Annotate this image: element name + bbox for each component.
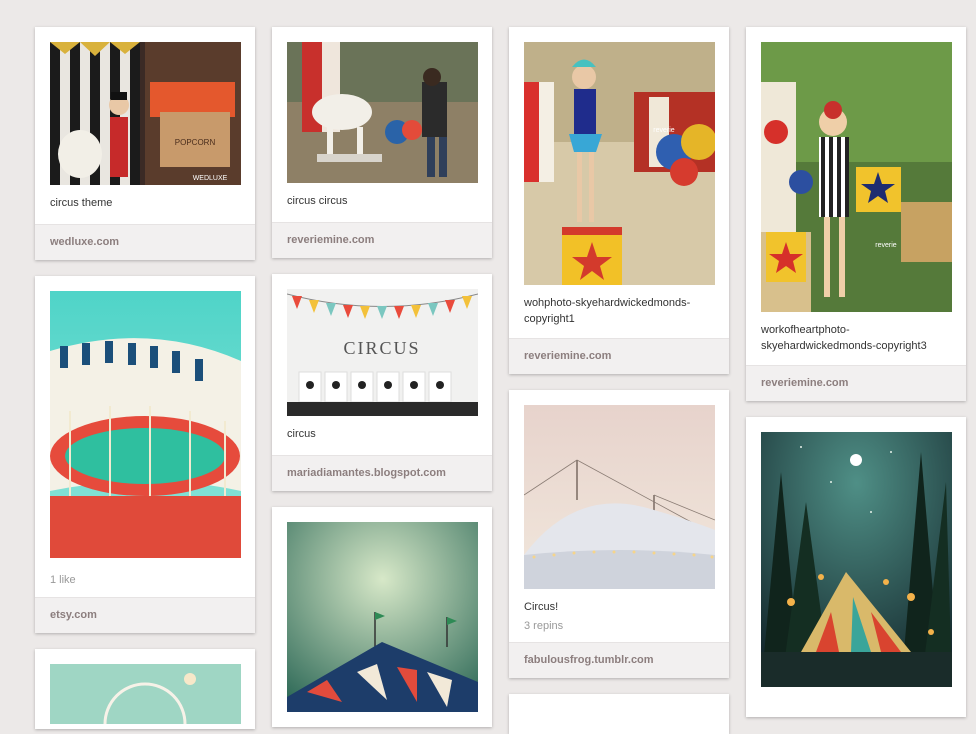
image-watermark: reverie	[653, 127, 675, 134]
pin-image[interactable]	[50, 291, 241, 558]
pin-image[interactable]	[524, 405, 715, 589]
pin-card[interactable]: Circus! 3 repins fabulousfrog.tumblr.com	[509, 390, 729, 678]
image-watermark: reverie	[875, 242, 897, 249]
pin-image[interactable]: reverie	[761, 42, 952, 312]
pin-description: circus circus	[287, 195, 348, 207]
pin-card[interactable]	[35, 649, 255, 729]
pin-source-link[interactable]: etsy.com	[50, 609, 97, 621]
pin-image[interactable]	[761, 432, 952, 687]
pin-repin-count: 3 repins	[524, 620, 564, 632]
image-watermark: WEDLUXE	[193, 175, 228, 182]
pin-source-link[interactable]: wedluxe.com	[50, 236, 119, 248]
pin-card[interactable]: reverie wohphoto-skyehardwickedmonds-cop…	[509, 27, 729, 374]
pin-source[interactable]: reveriemine.com	[272, 222, 492, 258]
pin-card[interactable]	[509, 694, 729, 734]
pin-card[interactable]: 1 like etsy.com	[35, 276, 255, 633]
pin-source[interactable]: fabulousfrog.tumblr.com	[509, 642, 729, 678]
pin-source[interactable]: reveriemine.com	[509, 338, 729, 374]
pin-image[interactable]: CIRCUS	[287, 289, 478, 416]
pin-source-link[interactable]: reveriemine.com	[287, 234, 374, 246]
pin-source[interactable]: wedluxe.com	[35, 224, 255, 260]
pin-source[interactable]: mariadiamantes.blogspot.com	[272, 455, 492, 491]
pin-image[interactable]	[287, 522, 478, 712]
pin-like-count: 1 like	[50, 574, 76, 586]
pin-description: wohphoto-skyehardwickedmonds-copyright1	[524, 297, 691, 325]
pin-image[interactable]	[50, 664, 241, 724]
pin-source-link[interactable]: mariadiamantes.blogspot.com	[287, 467, 446, 479]
pin-image[interactable]: POPCORN WEDLUXE	[50, 42, 241, 185]
pin-description: circus	[287, 428, 316, 440]
pin-source[interactable]: reveriemine.com	[746, 365, 966, 401]
pin-card[interactable]	[746, 417, 966, 717]
circus-sign-text: CIRCUS	[343, 338, 420, 358]
pin-card[interactable]	[272, 507, 492, 727]
pin-image[interactable]: reverie	[524, 42, 715, 285]
pin-source-link[interactable]: reveriemine.com	[524, 350, 611, 362]
popcorn-label: POPCORN	[175, 138, 216, 147]
pin-description: workofheartphoto-skyehardwickedmonds-cop…	[761, 324, 927, 352]
pin-image[interactable]	[287, 42, 478, 183]
pin-card[interactable]: POPCORN WEDLUXE circus theme wedluxe.com	[35, 27, 255, 260]
pin-card[interactable]: circus circus reveriemine.com	[272, 27, 492, 258]
pin-source-link[interactable]: fabulousfrog.tumblr.com	[524, 654, 654, 666]
pin-description: circus theme	[50, 197, 113, 209]
pin-description: Circus!	[524, 601, 559, 613]
pin-card[interactable]: reverie workofheartphoto-skyehardwickedm…	[746, 27, 966, 401]
pin-source-link[interactable]: reveriemine.com	[761, 377, 848, 389]
pin-source[interactable]: etsy.com	[35, 597, 255, 633]
pin-card[interactable]: CIRCUS circus mariadiamantes.blogspot.co…	[272, 274, 492, 491]
